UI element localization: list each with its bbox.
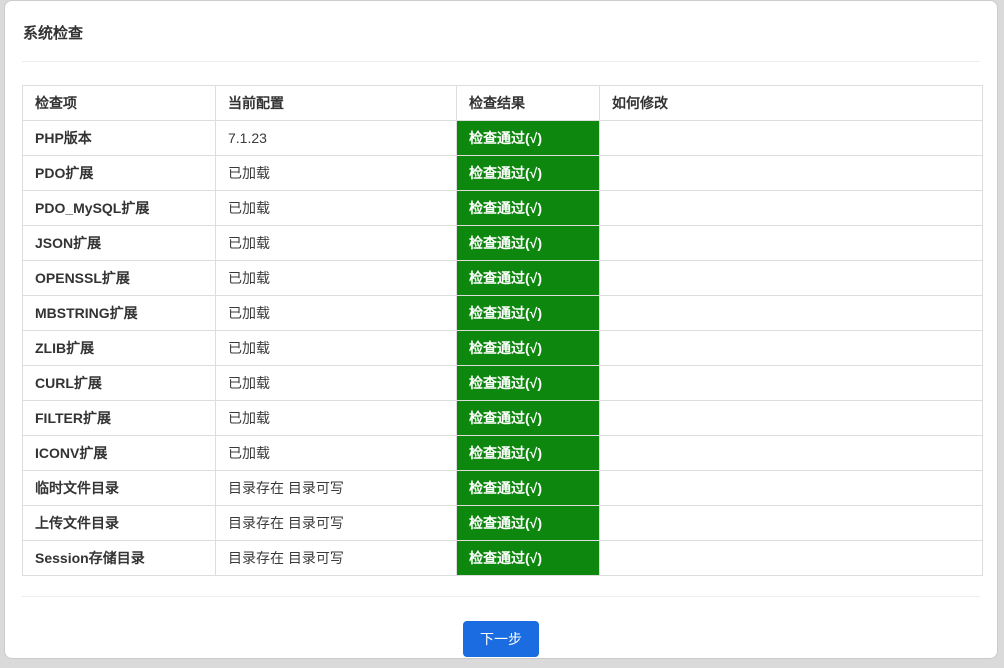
system-check-card: 系统检查 检查项 当前配置 检查结果 如何修改 PHP版本 7.1.23 检查通… [4,0,998,659]
table-row: MBSTRING扩展 已加载 检查通过(√) [22,295,983,331]
status-pass-badge: 检查通过(√) [456,435,600,471]
table-row: 上传文件目录 目录存在 目录可写 检查通过(√) [22,505,983,541]
check-item-cell: OPENSSL扩展 [22,260,216,296]
status-pass-badge: 检查通过(√) [456,295,600,331]
table-row: ICONV扩展 已加载 检查通过(√) [22,435,983,471]
fix-cell [599,295,983,331]
check-item-cell: PHP版本 [22,120,216,156]
status-pass-badge: 检查通过(√) [456,505,600,541]
system-check-table: 检查项 当前配置 检查结果 如何修改 PHP版本 7.1.23 检查通过(√) … [22,85,983,576]
status-pass-badge: 检查通过(√) [456,155,600,191]
config-cell: 已加载 [215,225,457,261]
table-row: CURL扩展 已加载 检查通过(√) [22,365,983,401]
check-item-cell: MBSTRING扩展 [22,295,216,331]
config-cell: 已加载 [215,365,457,401]
table-row: PHP版本 7.1.23 检查通过(√) [22,120,983,156]
fix-cell [599,540,983,576]
table-row: OPENSSL扩展 已加载 检查通过(√) [22,260,983,296]
config-cell: 已加载 [215,330,457,366]
table-row: Session存储目录 目录存在 目录可写 检查通过(√) [22,540,983,576]
status-pass-badge: 检查通过(√) [456,120,600,156]
table-row: JSON扩展 已加载 检查通过(√) [22,225,983,261]
check-item-cell: ICONV扩展 [22,435,216,471]
fix-cell [599,190,983,226]
config-cell: 目录存在 目录可写 [215,540,457,576]
config-cell: 已加载 [215,295,457,331]
page-title: 系统检查 [23,25,84,42]
config-cell: 已加载 [215,155,457,191]
fix-cell [599,225,983,261]
check-item-cell: 上传文件目录 [22,505,216,541]
section-divider [22,596,980,597]
config-cell: 已加载 [215,260,457,296]
check-item-cell: PDO_MySQL扩展 [22,190,216,226]
check-item-cell: JSON扩展 [22,225,216,261]
check-item-cell: ZLIB扩展 [22,330,216,366]
status-pass-badge: 检查通过(√) [456,330,600,366]
status-pass-badge: 检查通过(√) [456,365,600,401]
status-pass-badge: 检查通过(√) [456,190,600,226]
config-cell: 已加载 [215,400,457,436]
table-header-row: 检查项 当前配置 检查结果 如何修改 [22,85,983,121]
status-pass-badge: 检查通过(√) [456,260,600,296]
table-row: PDO扩展 已加载 检查通过(√) [22,155,983,191]
header-check-result: 检查结果 [456,85,600,121]
check-item-cell: FILTER扩展 [22,400,216,436]
fix-cell [599,155,983,191]
check-item-cell: CURL扩展 [22,365,216,401]
fix-cell [599,260,983,296]
fix-cell [599,400,983,436]
check-item-cell: PDO扩展 [22,155,216,191]
next-step-button[interactable]: 下一步 [463,621,539,657]
fix-cell [599,470,983,506]
config-cell: 已加载 [215,435,457,471]
fix-cell [599,435,983,471]
config-cell: 7.1.23 [215,120,457,156]
config-cell: 目录存在 目录可写 [215,505,457,541]
check-item-cell: 临时文件目录 [22,470,216,506]
table-row: ZLIB扩展 已加载 检查通过(√) [22,330,983,366]
status-pass-badge: 检查通过(√) [456,225,600,261]
check-item-cell: Session存储目录 [22,540,216,576]
config-cell: 已加载 [215,190,457,226]
table-row: PDO_MySQL扩展 已加载 检查通过(√) [22,190,983,226]
table-row: 临时文件目录 目录存在 目录可写 检查通过(√) [22,470,983,506]
fix-cell [599,505,983,541]
title-divider [22,61,980,62]
fix-cell [599,365,983,401]
table-row: FILTER扩展 已加载 检查通过(√) [22,400,983,436]
status-pass-badge: 检查通过(√) [456,540,600,576]
fix-cell [599,330,983,366]
fix-cell [599,120,983,156]
button-row: 下一步 [22,621,980,657]
header-check-item: 检查项 [22,85,216,121]
status-pass-badge: 检查通过(√) [456,400,600,436]
header-how-to-fix: 如何修改 [599,85,983,121]
status-pass-badge: 检查通过(√) [456,470,600,506]
config-cell: 目录存在 目录可写 [215,470,457,506]
header-current-config: 当前配置 [215,85,457,121]
